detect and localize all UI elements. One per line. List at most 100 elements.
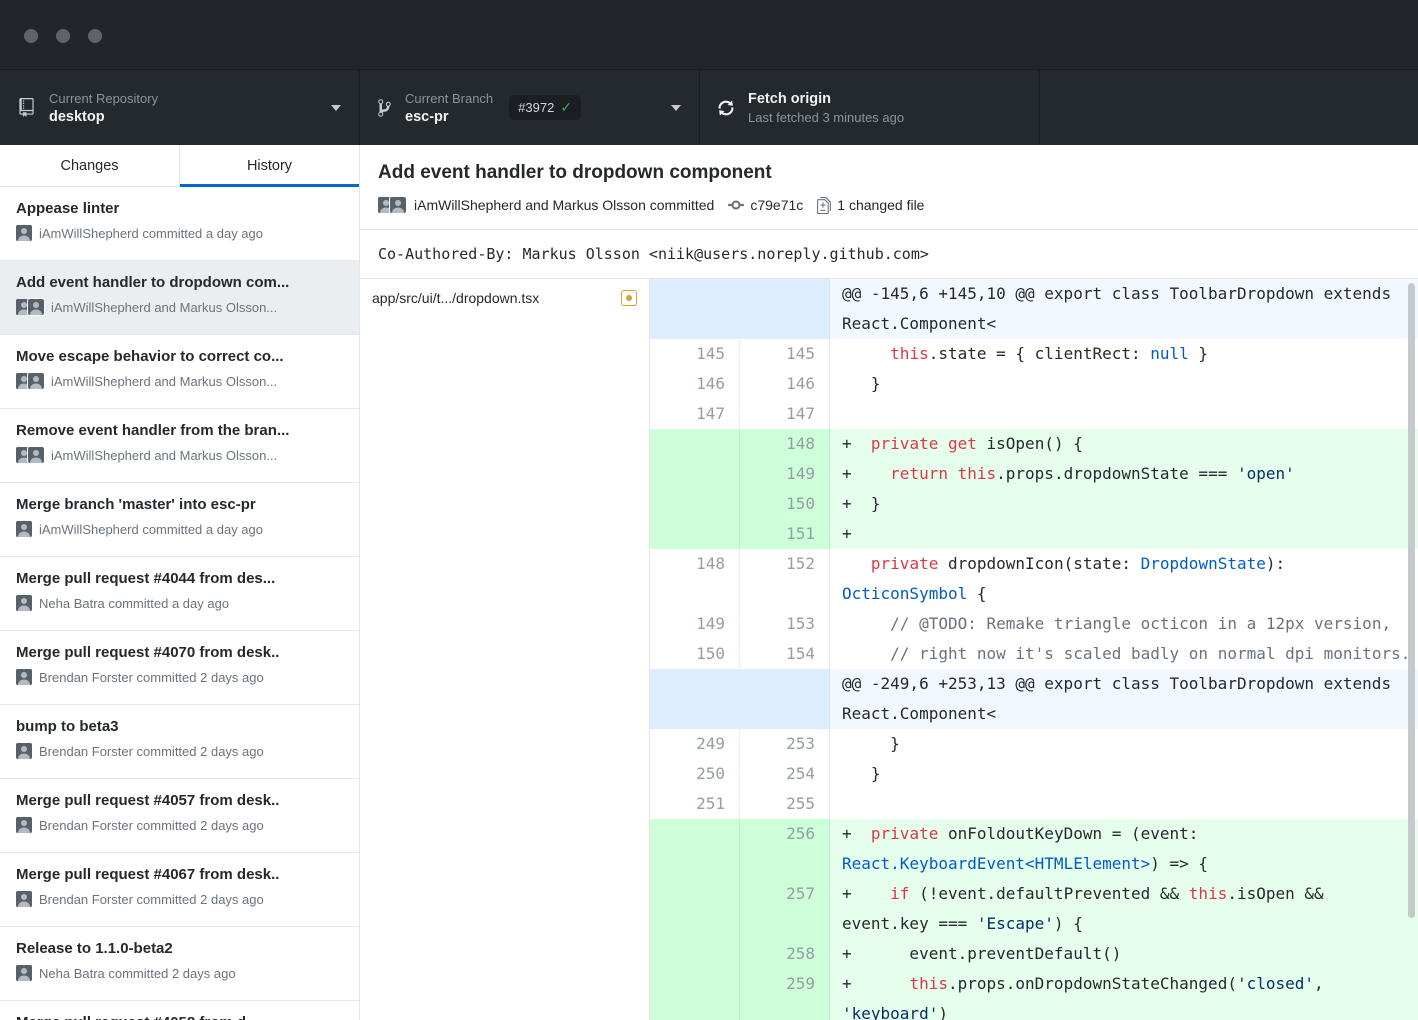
diff-file-icon — [817, 197, 831, 214]
commit-meta-text: Brendan Forster committed 2 days ago — [39, 818, 264, 833]
diff-line-row: 251255 — [650, 789, 1418, 819]
old-line-number: 147 — [650, 399, 740, 429]
pr-badge[interactable]: #3972 ✓ — [509, 95, 581, 120]
commit-list: Appease linter iAmWillShepherd committed… — [0, 187, 359, 1020]
commit-meta: iAmWillShepherd and Markus Olsson... — [16, 373, 343, 389]
avatar — [16, 891, 32, 907]
commit-meta: Neha Batra committed a day ago — [16, 595, 343, 611]
diff-scrollbar[interactable] — [1408, 283, 1415, 918]
old-line-number: 149 — [650, 609, 740, 639]
repository-text: Current Repository desktop — [49, 91, 158, 125]
commit-title: Move escape behavior to correct co... — [16, 348, 343, 365]
toolbar: Current Repository desktop Current Branc… — [0, 70, 1418, 145]
code-line: + } — [830, 489, 1418, 519]
commit-meta-text: Neha Batra committed a day ago — [39, 596, 229, 611]
branch-text: Current Branch esc-pr — [405, 91, 493, 125]
commit-avatars — [16, 521, 32, 537]
commit-meta-text: iAmWillShepherd committed a day ago — [39, 226, 263, 241]
files-changed[interactable]: 1 changed file — [837, 197, 924, 213]
sidebar-tabs: Changes History — [0, 145, 359, 187]
code-line: + if (!event.defaultPrevented && this.is… — [830, 879, 1418, 939]
commit-list-item[interactable]: bump to beta3 Brendan Forster committed … — [0, 705, 359, 779]
commit-sha[interactable]: c79e71c — [750, 197, 803, 213]
chevron-down-icon — [671, 105, 681, 111]
commit-avatars — [16, 225, 32, 241]
toolbar-spacer — [1040, 70, 1418, 145]
avatar — [16, 965, 32, 981]
code-line: + private onFoldoutKeyDown = (event: Rea… — [830, 819, 1418, 879]
diff-line-row: 147147 — [650, 399, 1418, 429]
branch-selector[interactable]: Current Branch esc-pr #3972 ✓ — [360, 70, 700, 145]
commit-list-item[interactable]: Release to 1.1.0-beta2 Neha Batra commit… — [0, 927, 359, 1001]
close-button[interactable] — [24, 29, 38, 43]
old-line-number — [650, 879, 740, 939]
diff-content: app/src/ui/t.../dropdown.tsx @@ -145,6 +… — [360, 279, 1418, 1020]
titlebar — [0, 0, 1418, 70]
modified-status-icon — [621, 290, 637, 306]
commit-meta: Brendan Forster committed 2 days ago — [16, 817, 343, 833]
hunk-header-text: @@ -145,6 +145,10 @@ export class Toolba… — [830, 279, 1418, 339]
commit-list-item[interactable]: Remove event handler from the bran... iA… — [0, 409, 359, 483]
new-line-number: 253 — [740, 729, 830, 759]
commit-list-item[interactable]: Merge pull request #4067 from desk.. Bre… — [0, 853, 359, 927]
commit-list-item[interactable]: Merge pull request #4044 from des... Neh… — [0, 557, 359, 631]
tab-history[interactable]: History — [179, 145, 359, 186]
branch-name: esc-pr — [405, 109, 493, 125]
commit-meta: iAmWillShepherd and Markus Olsson... — [16, 447, 343, 463]
diff-viewer: @@ -145,6 +145,10 @@ export class Toolba… — [650, 279, 1418, 1020]
branch-label: Current Branch — [405, 91, 493, 106]
diff-line-row: 259+ this.props.onDropdownStateChanged('… — [650, 969, 1418, 1020]
avatar — [28, 373, 44, 389]
repository-selector[interactable]: Current Repository desktop — [0, 70, 360, 145]
file-path: app/src/ui/t.../dropdown.tsx — [372, 290, 613, 306]
new-line-number: 254 — [740, 759, 830, 789]
old-line-number: 148 — [650, 549, 740, 609]
commit-list-item[interactable]: Merge pull request #4070 from desk.. Bre… — [0, 631, 359, 705]
old-line-number — [650, 429, 740, 459]
new-line-number: 256 — [740, 819, 830, 879]
commit-list-item[interactable]: Appease linter iAmWillShepherd committed… — [0, 187, 359, 261]
commit-list-item[interactable]: Merge branch 'master' into esc-pr iAmWil… — [0, 483, 359, 557]
new-line-number: 148 — [740, 429, 830, 459]
commit-detail-meta: iAmWillShepherd and Markus Olsson commit… — [378, 196, 1398, 214]
commit-meta-text: Brendan Forster committed 2 days ago — [39, 744, 264, 759]
diff-hunk-row: @@ -249,6 +253,13 @@ export class Toolba… — [650, 669, 1418, 729]
avatar — [16, 595, 32, 611]
minimize-button[interactable] — [56, 29, 70, 43]
diff-line-row: 150+ } — [650, 489, 1418, 519]
file-list: app/src/ui/t.../dropdown.tsx — [360, 279, 650, 1020]
commit-list-item[interactable]: Merge pull request #4057 from desk.. Bre… — [0, 779, 359, 853]
old-line-number — [650, 939, 740, 969]
diff-line-row: 146146 } — [650, 369, 1418, 399]
code-line: } — [830, 729, 1418, 759]
old-line-number: 249 — [650, 729, 740, 759]
new-line-number: 255 — [740, 789, 830, 819]
commit-detail-avatars — [378, 197, 406, 213]
file-list-item[interactable]: app/src/ui/t.../dropdown.tsx — [360, 279, 649, 317]
zoom-button[interactable] — [88, 29, 102, 43]
chevron-down-icon — [331, 105, 341, 111]
code-line: } — [830, 759, 1418, 789]
commit-avatars — [16, 447, 44, 463]
commit-list-item[interactable]: Merge pull request #4058 from d... Neha … — [0, 1001, 359, 1020]
commit-list-item[interactable]: Move escape behavior to correct co... iA… — [0, 335, 359, 409]
diff-line-row: 148152 private dropdownIcon(state: Dropd… — [650, 549, 1418, 609]
code-line: private dropdownIcon(state: DropdownStat… — [830, 549, 1418, 609]
new-line-number: 257 — [740, 879, 830, 939]
fetch-origin-button[interactable]: Fetch origin Last fetched 3 minutes ago — [700, 70, 1040, 145]
commit-list-item[interactable]: Add event handler to dropdown com... iAm… — [0, 261, 359, 335]
code-line: + — [830, 519, 1418, 549]
commit-avatars — [16, 299, 44, 315]
sync-icon — [718, 98, 734, 118]
tab-changes[interactable]: Changes — [0, 145, 179, 186]
avatar — [28, 299, 44, 315]
code-line — [830, 789, 1418, 819]
old-line-number — [650, 459, 740, 489]
new-line-number: 147 — [740, 399, 830, 429]
git-branch-icon — [378, 98, 391, 118]
sidebar: Changes History Appease linter iAmWillSh… — [0, 145, 360, 1020]
old-line-number — [650, 969, 740, 1020]
old-line-number — [650, 489, 740, 519]
new-line-number: 153 — [740, 609, 830, 639]
commit-meta: iAmWillShepherd and Markus Olsson... — [16, 299, 343, 315]
